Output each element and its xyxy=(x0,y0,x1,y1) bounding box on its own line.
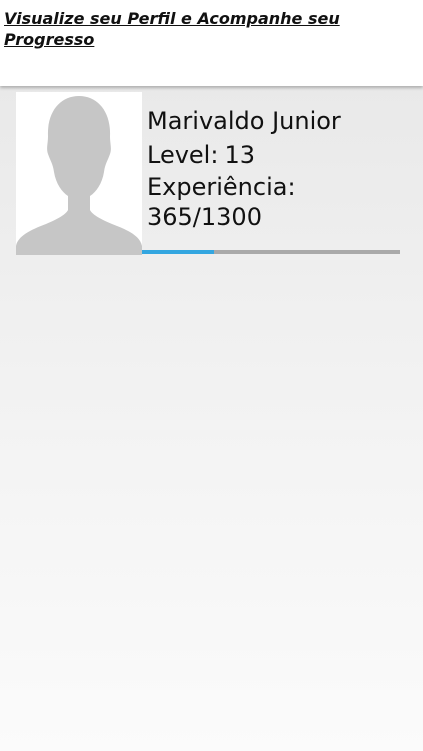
experience-progress-bar xyxy=(142,250,400,254)
profile-card: Marivaldo Junior Level: 13 Experiência: 36… xyxy=(16,92,400,256)
level-value: 13 xyxy=(224,141,255,169)
avatar xyxy=(16,92,142,255)
page-title: Visualize seu Perfil e Acompanhe seu Pro… xyxy=(4,9,340,49)
profile-content: Marivaldo Junior Level: 13 Experiência: 36… xyxy=(0,86,423,751)
user-silhouette-icon xyxy=(16,92,142,255)
profile-name: Marivaldo Junior xyxy=(147,107,341,135)
header-bar: Visualize seu Perfil e Acompanhe seu Pro… xyxy=(0,0,423,86)
level-label: Level: xyxy=(147,141,219,169)
profile-info: Marivaldo Junior Level: 13 Experiência: 36… xyxy=(147,104,397,232)
experience-label: Experiência: xyxy=(147,173,296,201)
level-line: Level: 13 xyxy=(147,138,397,172)
experience-progress-fill xyxy=(142,250,215,254)
experience-line: Experiência: 365/1300 xyxy=(147,172,317,232)
experience-value: 365/1300 xyxy=(147,203,262,231)
